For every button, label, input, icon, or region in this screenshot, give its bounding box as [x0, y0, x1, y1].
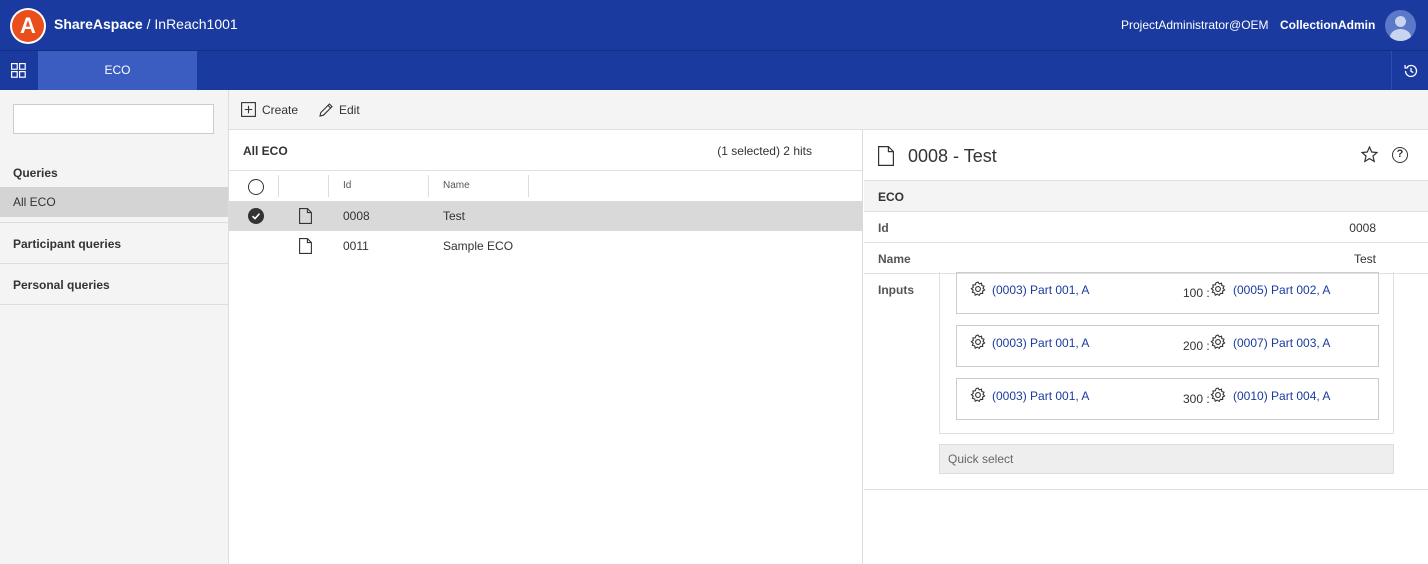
table-row[interactable]: 0008 Test — [229, 201, 863, 231]
tab-eco[interactable]: ECO — [38, 51, 197, 90]
row-id: 0008 — [343, 209, 370, 223]
sidebar-item-all-eco[interactable]: All ECO — [0, 187, 228, 217]
toolbar: Create Edit — [229, 90, 1428, 130]
row-id: 0011 — [343, 239, 369, 253]
input-from-link[interactable]: (0003) Part 001, A — [992, 283, 1089, 297]
avatar-icon[interactable] — [1385, 10, 1416, 41]
row-checkbox-checked[interactable] — [248, 208, 264, 224]
property-value: Test — [1353, 252, 1376, 266]
apps-grid-button[interactable] — [0, 51, 37, 91]
column-header-name[interactable]: Name — [443, 171, 470, 201]
history-icon — [1404, 64, 1418, 78]
nav-bar: ECO — [0, 50, 1428, 91]
document-icon — [878, 146, 894, 166]
query-search-input[interactable] — [13, 104, 214, 134]
create-button[interactable]: Create — [241, 102, 311, 118]
top-bar: A ShareAspace / InReach1001 ProjectAdmin… — [0, 0, 1428, 50]
apps-grid-icon — [11, 63, 26, 78]
row-name: Test — [443, 209, 466, 223]
divider — [229, 170, 863, 171]
divider — [864, 489, 1428, 490]
input-to-link[interactable]: (0010) Part 004, A — [1233, 389, 1330, 403]
row-name: Sample ECO — [443, 239, 514, 253]
document-icon — [299, 238, 312, 254]
property-label: Name — [878, 252, 911, 266]
property-label: Id — [878, 221, 889, 235]
gear-icon — [970, 281, 986, 297]
property-id: Id 0008 — [864, 212, 1428, 243]
logo-icon[interactable]: A — [10, 8, 46, 44]
input-to-link[interactable]: (0007) Part 003, A — [1233, 336, 1330, 350]
results-list: All ECO (1 selected) 2 hits Id Name 0008… — [229, 130, 863, 564]
list-title: All ECO — [243, 144, 288, 158]
user-name[interactable]: ProjectAdministrator@OEM — [1121, 18, 1269, 32]
gear-icon — [1210, 281, 1226, 297]
divider — [0, 222, 228, 223]
role-name[interactable]: CollectionAdmin — [1280, 18, 1375, 32]
list-item: (0003) Part 001, A 200 : (0007) Part 003… — [956, 325, 1379, 367]
gear-icon — [970, 334, 986, 350]
project-name[interactable]: InReach1001 — [154, 16, 237, 32]
inputs-list: (0003) Part 001, A 100 : (0005) Part 002… — [939, 272, 1394, 434]
sidebar-heading-participant-queries[interactable]: Participant queries — [13, 237, 121, 251]
input-to-link[interactable]: (0005) Part 002, A — [1233, 283, 1330, 297]
edit-button[interactable]: Edit — [318, 102, 373, 118]
select-all-checkbox[interactable] — [248, 179, 264, 195]
pencil-icon — [319, 103, 333, 117]
sidebar-heading-queries[interactable]: Queries — [13, 166, 58, 180]
history-button[interactable] — [1391, 51, 1428, 91]
quick-select-input[interactable]: Quick select — [939, 444, 1394, 474]
column-divider — [328, 175, 329, 197]
column-header-id[interactable]: Id — [343, 171, 351, 201]
property-value: 0008 — [1349, 221, 1376, 235]
section-header-eco: ECO — [864, 180, 1428, 212]
detail-title: 0008 - Test — [908, 146, 997, 166]
document-icon — [299, 208, 312, 224]
list-item: (0003) Part 001, A 100 : (0005) Part 002… — [956, 272, 1379, 314]
logo-letter: A — [12, 10, 44, 42]
breadcrumb-separator: / — [142, 16, 155, 32]
plus-square-icon — [241, 102, 256, 117]
help-icon[interactable]: ? — [1392, 147, 1408, 163]
column-divider — [528, 175, 529, 197]
input-quantity: 200 : — [1183, 339, 1210, 353]
input-quantity: 100 : — [1183, 286, 1210, 300]
input-from-link[interactable]: (0003) Part 001, A — [992, 336, 1089, 350]
hits-count: (1 selected) 2 hits — [717, 144, 812, 158]
table-row[interactable]: 0011 Sample ECO — [229, 231, 863, 261]
divider — [0, 304, 228, 305]
divider — [0, 263, 228, 264]
app-breadcrumb: ShareAspace / InReach1001 — [54, 16, 238, 32]
gear-icon — [1210, 387, 1226, 403]
list-item: (0003) Part 001, A 300 : (0010) Part 004… — [956, 378, 1379, 420]
property-name: Name Test — [864, 243, 1428, 274]
column-divider — [428, 175, 429, 197]
inputs-label: Inputs — [878, 283, 914, 297]
brand-name[interactable]: ShareAspace — [54, 16, 143, 32]
create-label: Create — [262, 103, 299, 117]
gear-icon — [970, 387, 986, 403]
detail-panel: 0008 - Test ? ECO Id 0008 Name Test Inpu… — [864, 130, 1428, 564]
column-divider — [278, 175, 279, 197]
sidebar-heading-personal-queries[interactable]: Personal queries — [13, 278, 110, 292]
sidebar: Queries All ECO Participant queries Pers… — [0, 90, 229, 564]
edit-label: Edit — [339, 103, 360, 117]
input-quantity: 300 : — [1183, 392, 1210, 406]
gear-icon — [1210, 334, 1226, 350]
star-icon[interactable] — [1361, 146, 1378, 163]
input-from-link[interactable]: (0003) Part 001, A — [992, 389, 1089, 403]
